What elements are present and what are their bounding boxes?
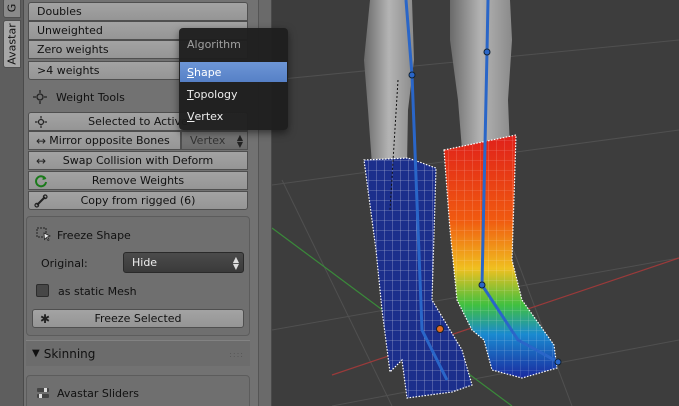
collapse-triangle-icon: ▼: [32, 348, 40, 359]
doubles-button[interactable]: Doubles: [28, 2, 248, 21]
mirror-opposite-bones-button[interactable]: ↔ Mirror opposite Bones: [28, 131, 181, 150]
algorithm-menu-title: Algorithm: [187, 38, 241, 51]
refresh-icon: [33, 173, 49, 189]
freeze-shape-box: Freeze Shape Original: Hide ▲ ▼ as static…: [26, 216, 250, 336]
skinning-section-header[interactable]: ▼ Skinning ::::: [26, 340, 250, 366]
tab-avastar[interactable]: Avastar: [3, 20, 21, 68]
static-mesh-label: as static Mesh: [58, 285, 137, 298]
arrows-horizontal-icon: ↔: [35, 154, 47, 168]
menu-item-topology[interactable]: Topology: [180, 84, 287, 104]
weight-tools-icon: [32, 89, 48, 105]
arrows-horizontal-icon: ↔: [35, 134, 47, 148]
avastar-sliders-label: Avastar Sliders: [57, 387, 140, 400]
algorithm-popup-menu: Algorithm Shape Topology Vertex: [179, 28, 288, 130]
bone-icon: [33, 193, 49, 209]
original-select[interactable]: Hide ▲ ▼: [123, 252, 244, 273]
remove-weights-button[interactable]: Remove Weights: [28, 171, 248, 190]
drag-handle-icon[interactable]: ::::: [229, 350, 244, 359]
avastar-sliders-box: Avastar Sliders: [26, 375, 250, 406]
menu-item-vertex[interactable]: Vertex: [180, 106, 287, 126]
static-mesh-checkbox[interactable]: [36, 284, 49, 297]
swap-collision-button[interactable]: ↔ Swap Collision with Deform: [28, 151, 248, 170]
sliders-icon: [36, 386, 50, 400]
updown-arrows-icon: ▲ ▼: [236, 133, 243, 149]
freeze-shape-title: Freeze Shape: [57, 229, 131, 242]
left-leg: [450, 0, 512, 150]
menu-item-shape[interactable]: Shape: [180, 62, 287, 82]
3d-viewport[interactable]: [272, 0, 679, 406]
original-label: Original:: [41, 257, 88, 270]
freeze-selected-button[interactable]: ✱ Freeze Selected: [32, 309, 244, 328]
updown-arrows-icon: ▲ ▼: [232, 255, 239, 271]
mirror-mode-select[interactable]: Vertex ▲ ▼: [181, 131, 248, 150]
weight-tools-header: Weight Tools: [32, 88, 125, 106]
tool-tabstrip: G Avastar: [0, 0, 24, 406]
copy-from-rigged-button[interactable]: Copy from rigged (6): [28, 191, 248, 210]
3d-cursor-origin: [436, 325, 444, 333]
snowflake-icon: ✱: [39, 312, 51, 326]
tab-g[interactable]: G: [3, 0, 21, 18]
viewport-scene: [272, 0, 679, 406]
weight-transfer-icon: [33, 114, 49, 130]
freeze-shape-icon: [36, 226, 52, 242]
